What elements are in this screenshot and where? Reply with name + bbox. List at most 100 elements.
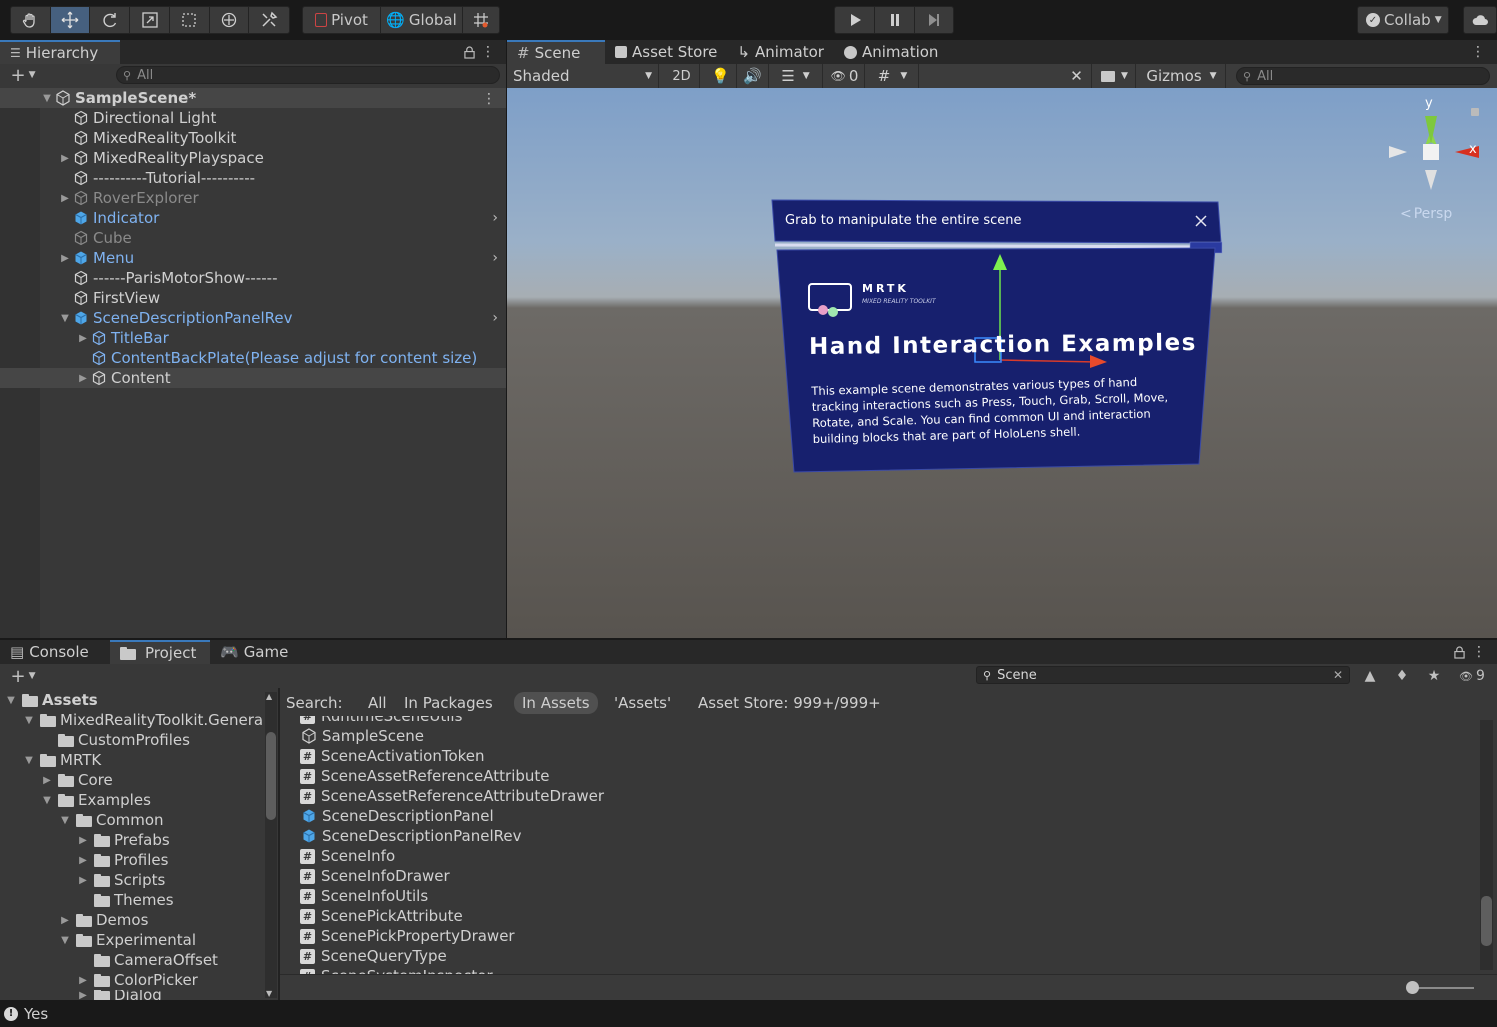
folder-tree-item[interactable]: ▼ MRTK: [0, 750, 264, 770]
hidden-packages-toggle[interactable]: 👁 9: [1452, 666, 1492, 686]
expand-arrow-icon[interactable]: ▶: [40, 775, 54, 786]
result-item[interactable]: # SceneInfoUtils: [300, 886, 428, 906]
scroll-down-arrow-icon[interactable]: ▼: [266, 989, 272, 998]
hierarchy-item[interactable]: ------ParisMotorShow------: [0, 268, 506, 288]
expand-arrow-icon[interactable]: ▶: [76, 990, 90, 1000]
hierarchy-item[interactable]: ----------Tutorial----------: [0, 168, 506, 188]
cloud-button[interactable]: [1463, 6, 1497, 34]
result-item[interactable]: # RuntimeSceneUtils: [300, 716, 462, 726]
hierarchy-item[interactable]: ▶ MixedRealityPlayspace: [0, 148, 506, 168]
folder-tree-item[interactable]: ▶ Dialog: [0, 990, 264, 1000]
transform-tool-icon[interactable]: [210, 7, 250, 33]
expand-arrow-icon[interactable]: ▶: [76, 875, 90, 886]
tree-scrollbar-thumb[interactable]: [266, 732, 276, 820]
folder-tree-item[interactable]: ▶ Profiles: [0, 850, 264, 870]
hierarchy-item[interactable]: ▶ Menu ›: [0, 248, 506, 268]
folder-tree-item[interactable]: CameraOffset: [0, 950, 264, 970]
folder-tree-item[interactable]: Themes: [0, 890, 264, 910]
folder-tree-item[interactable]: ▶ Core: [0, 770, 264, 790]
search-filter-option[interactable]: In Assets: [514, 692, 598, 714]
global-toggle[interactable]: 🌐 Global: [381, 7, 463, 33]
lock-icon[interactable]: [1452, 642, 1466, 662]
result-item[interactable]: # SceneAssetReferenceAttribute: [300, 766, 550, 786]
effects-dropdown[interactable]: ☰ ▼: [769, 64, 823, 88]
results-scrollbar-thumb[interactable]: [1481, 896, 1492, 946]
clear-search-icon[interactable]: ✕: [1333, 668, 1343, 682]
hierarchy-item[interactable]: Directional Light: [0, 108, 506, 128]
result-item[interactable]: SceneDescriptionPanel: [300, 806, 494, 826]
pivot-toggle[interactable]: Pivot: [303, 7, 381, 33]
scene-search[interactable]: ⚲ All: [1236, 67, 1490, 85]
folder-tree-item[interactable]: ▶ Prefabs: [0, 830, 264, 850]
expand-arrow-icon[interactable]: ▼: [58, 935, 72, 946]
hand-tool-icon[interactable]: [11, 7, 51, 33]
tab-game[interactable]: 🎮 Game: [210, 640, 298, 664]
result-item[interactable]: # SceneInfoDrawer: [300, 866, 450, 886]
tab-animator[interactable]: ↳ Animator: [727, 40, 834, 64]
result-item[interactable]: # SceneInfo: [300, 846, 395, 866]
camera-dropdown[interactable]: ▼: [1094, 64, 1136, 88]
create-button[interactable]: + ▼: [6, 65, 40, 86]
folder-tree-item[interactable]: ▶ ColorPicker: [0, 970, 264, 990]
expand-arrow-icon[interactable]: ▶: [76, 855, 90, 866]
scene-kebab-icon[interactable]: ⋮: [1471, 42, 1485, 62]
kebab-menu-icon[interactable]: ⋮: [481, 42, 495, 62]
hierarchy-item[interactable]: ▶ RoverExplorer: [0, 188, 506, 208]
expand-arrow-icon[interactable]: ▶: [76, 373, 90, 384]
filter-by-label-icon[interactable]: ♦: [1388, 666, 1416, 686]
kebab-menu-icon[interactable]: ⋮: [1472, 642, 1486, 662]
audio-toggle-icon[interactable]: 🔊: [737, 64, 769, 88]
scroll-up-arrow-icon[interactable]: ▲: [266, 692, 272, 701]
scene-kebab-icon[interactable]: ⋮: [482, 90, 496, 108]
expand-arrow-icon[interactable]: ▶: [58, 153, 72, 164]
grid-dropdown[interactable]: # ▼: [867, 64, 919, 88]
folder-tree-item[interactable]: CustomProfiles: [0, 730, 264, 750]
zoom-slider-track[interactable]: [1412, 987, 1474, 989]
gizmos-dropdown[interactable]: Gizmos ▼: [1138, 64, 1226, 88]
hierarchy-item[interactable]: ContentBackPlate(Please adjust for conte…: [0, 348, 506, 368]
pause-button[interactable]: [875, 7, 915, 33]
folder-tree-item[interactable]: ▼ Examples: [0, 790, 264, 810]
expand-arrow-icon[interactable]: ▼: [40, 795, 54, 806]
result-item[interactable]: # ScenePickAttribute: [300, 906, 463, 926]
folder-tree-item[interactable]: ▼ MixedRealityToolkit.Genera: [0, 710, 264, 730]
hierarchy-item[interactable]: FirstView: [0, 288, 506, 308]
chevron-right-icon[interactable]: ›: [492, 310, 498, 326]
tab-hierarchy[interactable]: ☰ Hierarchy: [0, 40, 120, 64]
hierarchy-search[interactable]: ⚲ All: [116, 66, 500, 84]
result-item[interactable]: # SceneActivationToken: [300, 746, 485, 766]
expand-arrow-icon[interactable]: ▼: [40, 93, 54, 104]
step-button[interactable]: [915, 7, 953, 33]
hierarchy-item[interactable]: ▶ Content: [0, 368, 506, 388]
shading-mode-dropdown[interactable]: Shaded ▼: [507, 64, 659, 88]
favorite-star-icon[interactable]: ★: [1420, 666, 1448, 686]
hierarchy-item[interactable]: Cube: [0, 228, 506, 248]
folder-tree-item[interactable]: ▼ Common: [0, 810, 264, 830]
expand-arrow-icon[interactable]: ▼: [22, 755, 36, 766]
persp-toggle[interactable]: < Persp: [1400, 206, 1452, 222]
grid-snap-icon[interactable]: [463, 7, 499, 33]
scene-viewport[interactable]: Grab to manipulate the entire scene MRTK…: [507, 88, 1497, 638]
tree-scrollbar[interactable]: ▲ ▼: [265, 692, 277, 998]
hierarchy-item[interactable]: ▼ SceneDescriptionPanelRev ›: [0, 308, 506, 328]
expand-arrow-icon[interactable]: ▶: [76, 835, 90, 846]
tab-console[interactable]: ▤ Console: [0, 640, 110, 664]
play-button[interactable]: [835, 7, 875, 33]
expand-arrow-icon[interactable]: ▼: [58, 313, 72, 324]
expand-arrow-icon[interactable]: ▼: [22, 715, 36, 726]
collab-button[interactable]: ✓ Collab ▼: [1358, 7, 1450, 33]
expand-arrow-icon[interactable]: ▶: [58, 253, 72, 264]
folder-tree-item[interactable]: ▼ Assets: [0, 690, 264, 710]
result-item[interactable]: SceneDescriptionPanelRev: [300, 826, 521, 846]
folder-tree-item[interactable]: ▶ Scripts: [0, 870, 264, 890]
expand-arrow-icon[interactable]: ▶: [76, 975, 90, 986]
custom-tools-icon[interactable]: [249, 7, 289, 33]
tab-asset-store[interactable]: Asset Store: [605, 40, 727, 64]
search-filter-option[interactable]: All: [360, 692, 395, 714]
rect-tool-icon[interactable]: [170, 7, 210, 33]
rotate-tool-icon[interactable]: [90, 7, 131, 33]
tab-scene[interactable]: # Scene: [507, 40, 605, 64]
lock-icon[interactable]: [461, 42, 477, 62]
search-filter-option[interactable]: 'Assets': [606, 692, 679, 714]
collab-dropdown[interactable]: ✓ Collab ▼: [1357, 6, 1449, 34]
